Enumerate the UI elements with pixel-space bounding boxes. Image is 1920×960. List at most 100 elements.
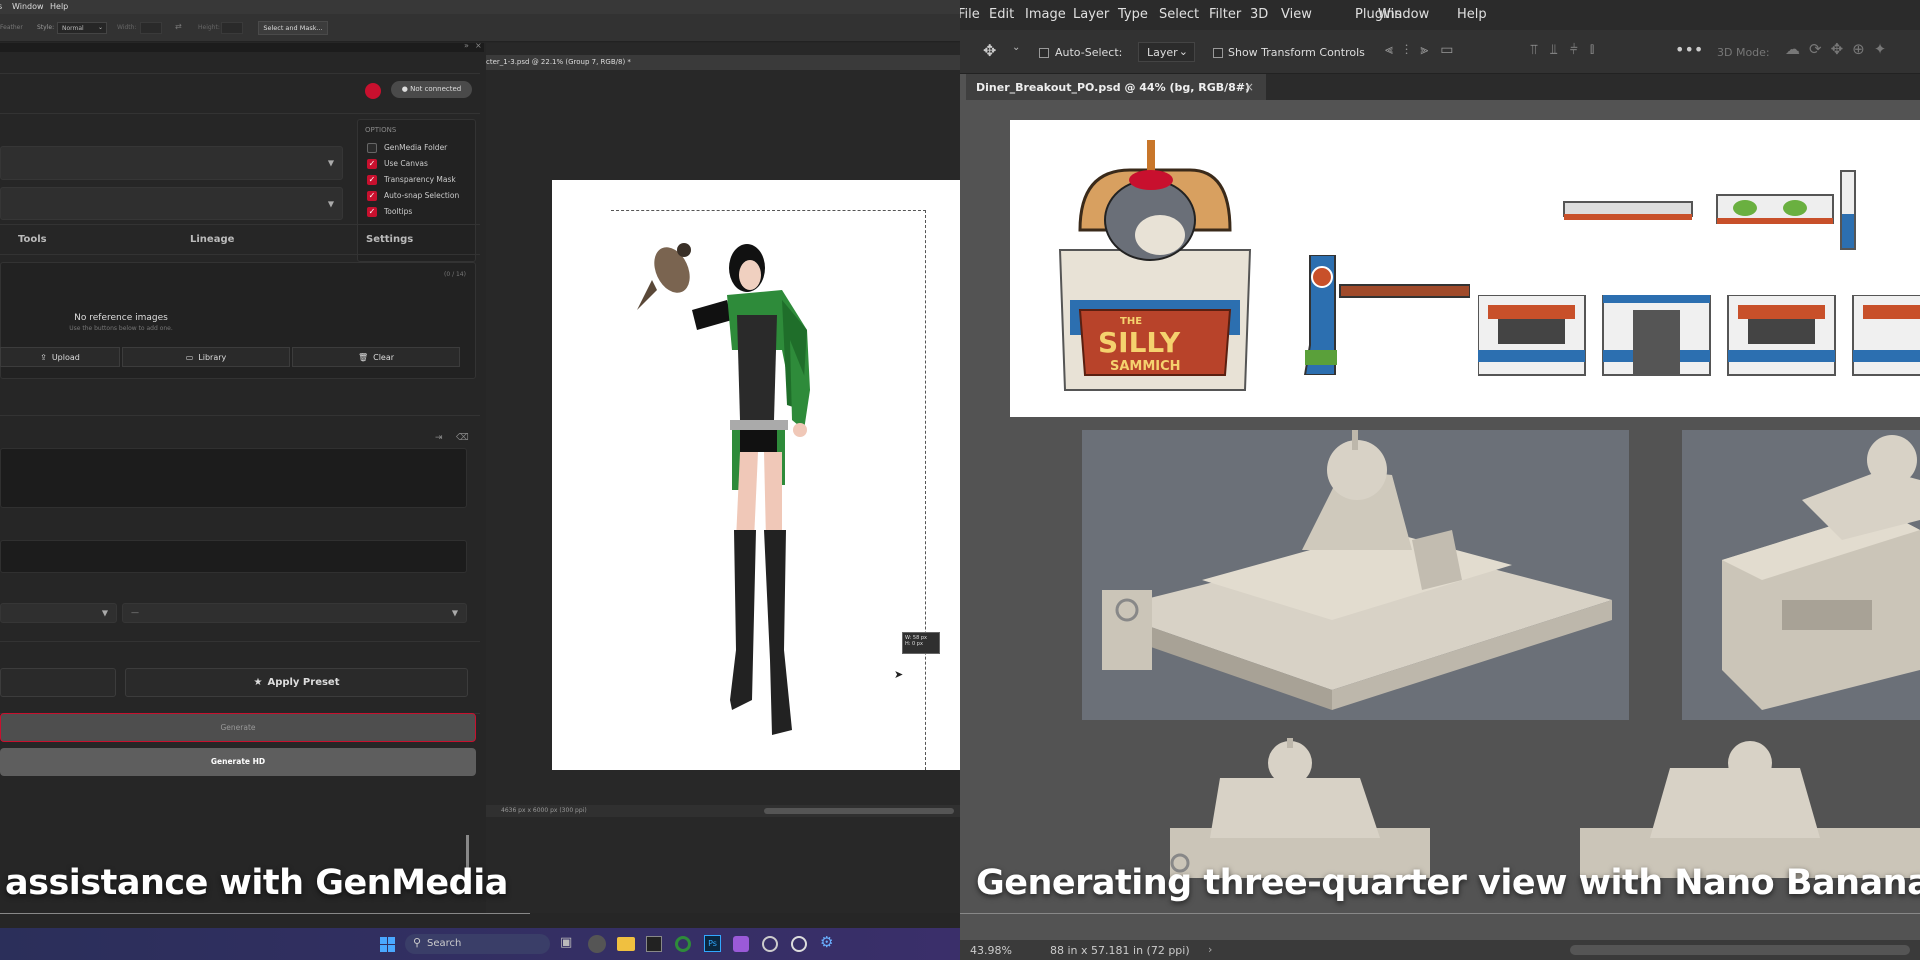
menu-filter[interactable]: Filter [1209,7,1241,22]
style-select[interactable]: Normal ⌄ [57,22,107,34]
width-label: Width: [117,24,137,31]
right-menu-bar: File Edit Image Layer Type Select Filter… [960,0,1920,30]
horizontal-scrollbar[interactable] [764,808,954,814]
library-label: Library [198,352,227,362]
measure-tooltip: W: 58 px H: 0 px [902,632,940,654]
search-label: Search [427,938,462,949]
select-and-mask-button[interactable]: Select and Mask... [258,21,328,35]
auto-select-checkbox[interactable] [1039,48,1049,58]
windows-start-icon[interactable] [380,937,395,952]
menu-help[interactable]: Help [1457,7,1487,22]
style-preset-select[interactable]: — ▼ [122,603,467,623]
preset-select[interactable]: ▼ [0,187,343,220]
distribute-icons[interactable]: ⫪⫫⫩⫾ [1530,42,1606,58]
sign-main-text: SILLY [1098,326,1181,359]
clear-button[interactable]: 🗑 Clear [292,347,460,367]
left-canvas[interactable]: W: 58 px H: 0 px ➤ [552,180,960,770]
task-view-icon[interactable]: ▣ [560,935,572,950]
option-label: Auto-snap Selection [384,191,460,200]
move-tool-icon[interactable]: ✥ [983,41,996,60]
menu-layer[interactable]: Layer [1073,7,1109,22]
preset-name-input[interactable] [0,668,116,697]
upload-button[interactable]: ⇪ Upload [0,347,120,367]
layer-select-value: Layer [1147,46,1178,59]
chevron-down-icon[interactable]: ⌄ [1012,42,1020,53]
generate-button[interactable]: Generate [0,713,476,742]
apply-preset-button[interactable]: ★ Apply Preset [125,668,468,697]
gear-icon[interactable]: ⚙ [820,933,833,951]
left-menu-help[interactable]: Help [50,2,68,11]
menu-3d[interactable]: 3D [1250,7,1268,22]
chevron-right-icon[interactable]: › [1208,943,1212,956]
feather-label: Feather [0,24,23,31]
generate-hd-button[interactable]: Generate HD [0,748,476,776]
menu-select[interactable]: Select [1159,7,1199,22]
tab-settings[interactable]: Settings [366,234,413,245]
zoom-level[interactable]: 43.98% [970,944,1012,957]
layer-select[interactable]: Layer ⌄ [1138,42,1195,62]
chevron-down-icon: ▼ [101,608,108,618]
close-icon[interactable]: × [475,41,482,50]
horizontal-scrollbar[interactable] [1570,945,1910,955]
chevron-down-icon: ⌄ [97,24,103,31]
menu-window[interactable]: Window [1378,7,1429,22]
library-button[interactable]: ▭ Library [122,347,290,367]
insert-icon[interactable]: ⇥ [435,433,443,443]
app-icon-1[interactable] [588,935,606,953]
storefront-panels [1478,295,1920,376]
folder-icon[interactable] [617,937,635,951]
left-menu-s[interactable]: s [0,2,2,11]
show-transform-checkbox[interactable] [1213,48,1223,58]
height-input[interactable] [221,22,243,34]
trash-icon[interactable]: ⌫ [456,433,469,443]
left-status-bar: 4636 px x 6000 px (300 ppi) [486,805,960,817]
menu-view[interactable]: View [1281,7,1312,22]
app-icon-5[interactable] [791,936,807,952]
left-doc-tab[interactable]: cter_1-3.psd @ 22.1% (Group 7, RGB/8) * [486,55,960,70]
right-doc-tab[interactable]: Diner_Breakout_PO.psd @ 44% (bg, RGB/8#)… [966,74,1266,100]
tooltips-checkbox[interactable]: ✓ [367,207,377,217]
photoshop-icon[interactable]: Ps [704,935,721,952]
no-reference-title: No reference images [74,313,168,323]
menu-edit[interactable]: Edit [989,7,1014,22]
not-connected-badge[interactable]: ● Not connected [391,81,472,98]
3d-mode-label: 3D Mode: [1717,46,1770,59]
measure-height: H: 0 px [905,641,923,647]
auto-snap-checkbox[interactable]: ✓ [367,191,377,201]
panel-drag-bar[interactable]: » × [0,41,484,52]
tab-lineage[interactable]: Lineage [190,234,234,245]
transparency-mask-checkbox[interactable]: ✓ [367,175,377,185]
use-canvas-checkbox[interactable]: ✓ [367,159,377,169]
upload-label: Upload [51,352,80,362]
app-icon-4[interactable] [762,936,778,952]
close-icon[interactable]: × [1244,80,1254,94]
align-icons[interactable]: ⫷⫶⫸▭ [1385,42,1466,58]
taskbar-search[interactable]: ⚲ Search [405,934,550,954]
aspect-select[interactable]: ▼ [0,603,117,623]
menu-image[interactable]: Image [1025,7,1066,22]
caption-underline [0,913,530,914]
app-icon-3[interactable] [733,936,749,952]
menu-type[interactable]: Type [1118,7,1148,22]
model-select[interactable]: ▼ [0,146,343,180]
negative-prompt-input[interactable] [0,540,467,573]
diner-sign-art: THE SILLY SAMMICH [1058,140,1252,391]
width-input[interactable] [140,22,162,34]
3d-tool-icons[interactable]: ☁⟳✥⊕✦ [1785,40,1895,58]
genmedia-plugin-panel: » × ● Not connected ▼ ▼ OPTIONS GenMedia… [0,41,484,913]
more-icon[interactable]: ••• [1675,40,1703,59]
clear-label: Clear [373,352,395,362]
right-doc-tab-title: Diner_Breakout_PO.psd @ 44% (bg, RGB/8#) [976,81,1251,94]
chevron-down-icon: ▼ [327,199,334,208]
prompt-textarea[interactable] [0,448,467,508]
collapse-icon[interactable]: » [464,41,469,50]
menu-file[interactable]: File [960,7,980,22]
genmedia-folder-checkbox[interactable] [367,143,377,153]
left-menu-window[interactable]: Window [12,2,44,11]
epic-icon[interactable] [646,936,662,952]
option-label: Use Canvas [384,159,428,168]
trash-icon: 🗑 [357,352,369,362]
tab-tools[interactable]: Tools [18,234,47,245]
app-icon-2[interactable] [675,936,691,952]
swap-icon[interactable]: ⇄ [175,22,182,31]
